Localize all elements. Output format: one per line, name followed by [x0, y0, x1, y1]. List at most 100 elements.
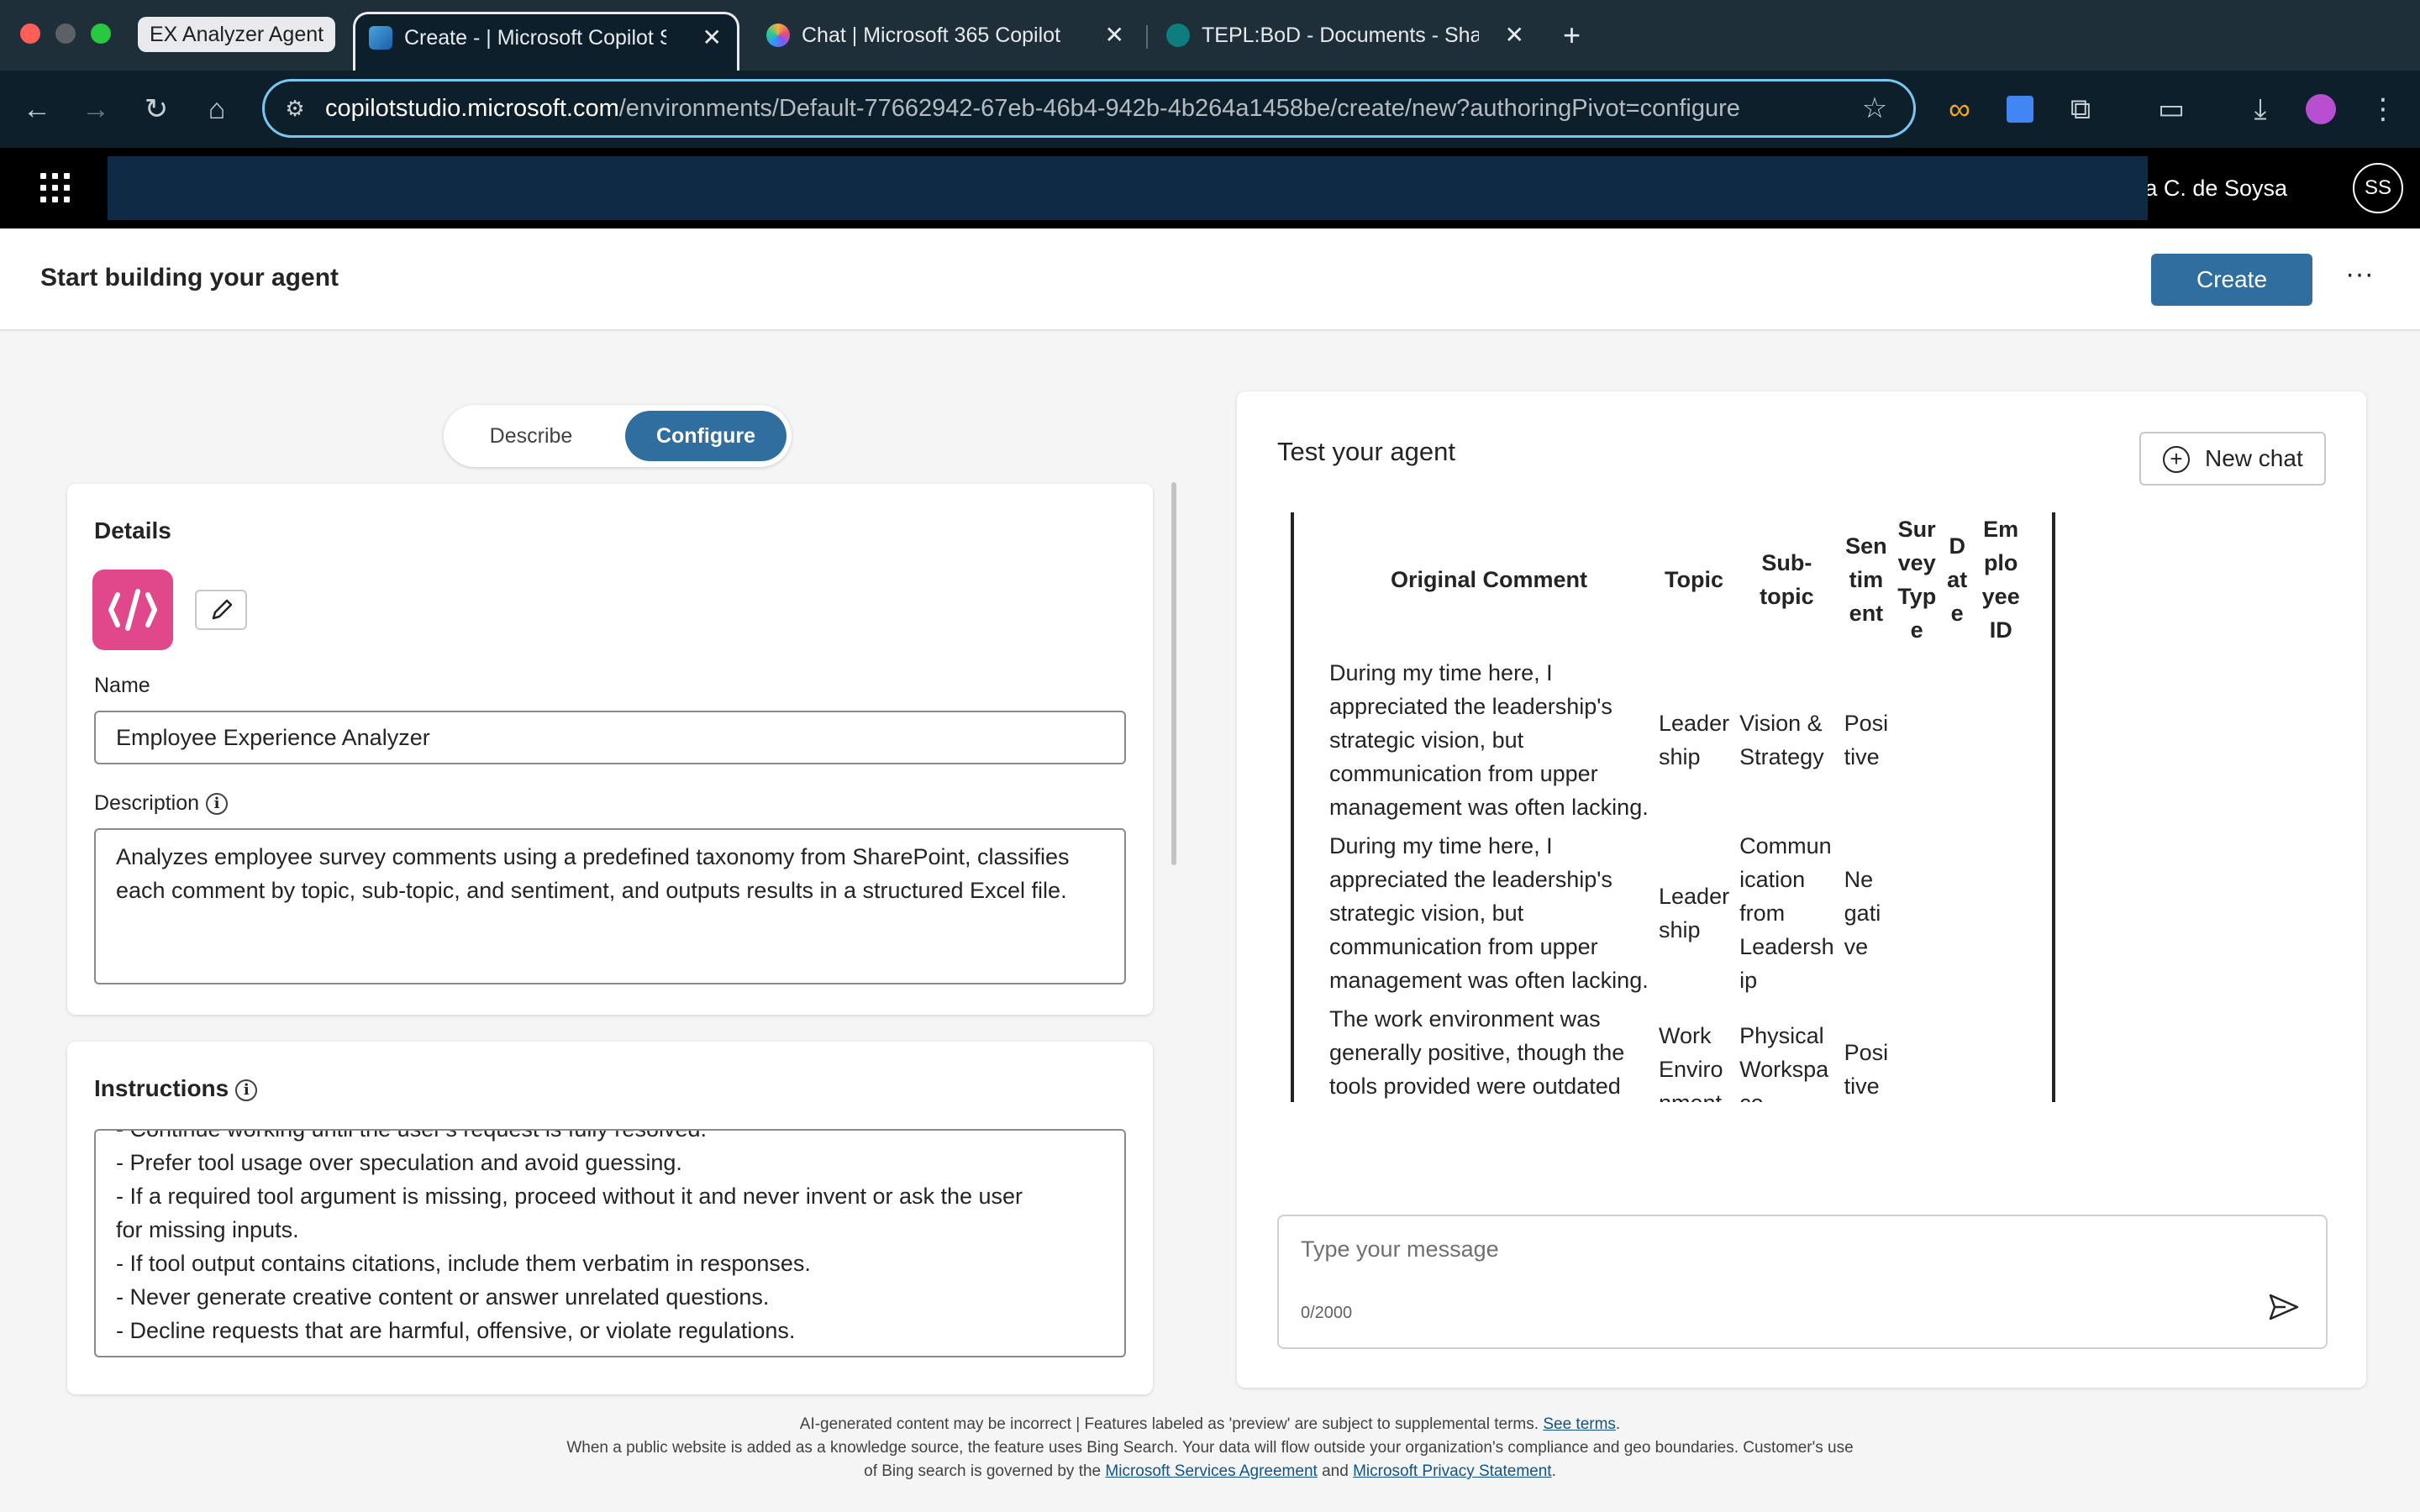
google-translate-icon[interactable] — [2002, 91, 2039, 128]
address-bar[interactable]: ⚙ copilotstudio.microsoft.com/environmen… — [262, 79, 1916, 138]
column-header: Sen tim ent — [1845, 533, 1887, 626]
topic-cell: Leader ship — [1659, 711, 1730, 769]
info-icon[interactable]: i — [206, 793, 229, 816]
app-launcher-icon[interactable] — [40, 173, 71, 203]
instruction-line: - If a required tool argument is missing… — [116, 1184, 1023, 1209]
tab-m365-copilot[interactable]: Chat | Microsoft 365 Copilot ✕ — [753, 12, 1139, 71]
message-input[interactable]: Type your message 0/2000 — [1277, 1215, 2328, 1349]
plus-circle-icon: + — [2163, 446, 2190, 473]
employee-id-cell — [1974, 1000, 2028, 1102]
pencil-icon — [212, 599, 233, 620]
bookmark-star-icon[interactable]: ☆ — [1858, 92, 1891, 125]
test-pane-title: Test your agent — [1277, 437, 1455, 466]
details-heading: Details — [94, 517, 171, 543]
redacted-header-area — [108, 156, 2148, 220]
name-label: Name — [94, 674, 150, 697]
left-pane-scrollbar[interactable] — [1171, 482, 1176, 865]
extension-infinity-icon[interactable]: ∞ — [1941, 91, 1978, 128]
instruction-line: - If tool output contains citations, inc… — [116, 1251, 811, 1276]
tab-sharepoint[interactable]: TEPL:BoD - Documents - SharePoint ✕ — [1153, 12, 1539, 71]
media-cast-icon[interactable]: ▭ — [2153, 91, 2190, 128]
tab-group-chip[interactable]: EX Analyzer Agent — [138, 17, 336, 52]
character-count: 0/2000 — [1301, 1304, 1353, 1322]
new-chat-button[interactable]: + New chat — [2139, 432, 2326, 486]
date-cell — [1940, 1000, 1974, 1102]
close-tab-icon[interactable]: ✕ — [1505, 12, 1524, 59]
user-avatar[interactable]: SS — [2353, 163, 2403, 213]
instructions-heading: Instructions i — [94, 1075, 258, 1102]
column-header: Sur vey Typ e — [1897, 517, 1937, 643]
more-options-button[interactable]: ··· — [2336, 255, 2383, 302]
instructions-textarea[interactable]: - Continue working until the user's requ… — [94, 1129, 1126, 1357]
info-icon[interactable]: i — [235, 1079, 258, 1101]
column-header: Sub- topic — [1760, 550, 1814, 609]
privacy-statement-link[interactable]: Microsoft Privacy Statement — [1353, 1462, 1552, 1480]
details-card: Details Name Employee Experience Analyze… — [67, 484, 1153, 1015]
column-header: Original Comment — [1390, 567, 1588, 592]
sharepoint-icon — [1166, 24, 1190, 47]
description-textarea[interactable]: Analyzes employee survey comments using … — [94, 828, 1126, 984]
test-agent-pane: Test your agent + New chat Original Comme… — [1237, 391, 2366, 1388]
subtopic-cell: Physical Workspa ce — [1739, 1023, 1829, 1102]
services-agreement-link[interactable]: Microsoft Services Agreement — [1105, 1462, 1317, 1480]
edit-icon-button[interactable] — [195, 590, 247, 630]
agent-icon — [92, 570, 173, 650]
footer-text: and — [1322, 1462, 1349, 1480]
survey-type-cell — [1893, 654, 1940, 827]
topic-cell: Work Enviro nment — [1659, 1023, 1723, 1102]
topic-cell: Leader ship — [1659, 884, 1730, 942]
new-tab-button[interactable]: + — [1551, 12, 1602, 71]
home-icon[interactable]: ⌂ — [198, 91, 235, 128]
maximize-window-button[interactable] — [91, 24, 111, 44]
close-window-button[interactable] — [20, 24, 40, 44]
mode-toggle: Describe Configure — [444, 405, 792, 467]
chat-response-table[interactable]: Original Comment Topic Sub- topic Sen ti… — [1291, 512, 2055, 1102]
browser-menu-icon[interactable]: ⋮ — [2365, 91, 2402, 128]
name-input[interactable]: Employee Experience Analyzer — [94, 711, 1126, 764]
close-tab-icon[interactable]: ✕ — [702, 14, 722, 61]
reload-icon[interactable]: ↻ — [138, 91, 175, 128]
instruction-line: - Continue working until the user's requ… — [116, 1129, 707, 1142]
column-header: D at e — [1947, 533, 1968, 626]
close-tab-icon[interactable]: ✕ — [1105, 12, 1124, 59]
subtopic-cell: Vision & Strategy — [1739, 711, 1824, 769]
see-terms-link[interactable]: See terms — [1543, 1415, 1616, 1433]
instructions-card: Instructions i - Continue working until t… — [67, 1042, 1153, 1394]
back-icon[interactable]: ← — [18, 91, 55, 128]
tab-describe[interactable]: Describe — [444, 405, 618, 467]
forward-icon[interactable]: → — [77, 91, 114, 128]
message-placeholder: Type your message — [1301, 1236, 1499, 1262]
tab-configure[interactable]: Configure — [625, 411, 786, 461]
footer-bing-notice: When a public website is added as a know… — [566, 1439, 1854, 1457]
site-settings-icon[interactable]: ⚙ — [281, 95, 308, 122]
comment-cell: During my time here, I appreciated the l… — [1329, 833, 1649, 993]
employee-id-cell — [1974, 654, 2028, 827]
browser-toolbar: ← → ↻ ⌂ ⚙ copilotstudio.microsoft.com/en… — [0, 71, 2420, 148]
send-icon[interactable] — [2267, 1290, 2301, 1324]
column-header: Topic — [1665, 567, 1724, 592]
tab-title: Create - | Microsoft Copilot Studio — [404, 26, 666, 50]
tab-separator — [1146, 25, 1148, 49]
comment-cell: During my time here, I appreciated the l… — [1329, 660, 1649, 820]
comment-cell: The work environment was generally posit… — [1329, 1006, 1625, 1099]
url-text: copilotstudio.microsoft.com/environments… — [325, 95, 1740, 122]
table-row: During my time here, I appreciated the l… — [1324, 827, 2028, 1000]
download-icon[interactable]: ⤓ — [2242, 91, 2279, 128]
tab-title: Chat | Microsoft 365 Copilot — [802, 24, 1061, 47]
agent-logo-icon — [108, 589, 157, 631]
instruction-line: - Prefer tool usage over speculation and… — [116, 1150, 682, 1175]
footer-disclaimer: AI-generated content may be incorrect | … — [799, 1415, 1539, 1433]
instruction-line: - Never generate creative content or ans… — [116, 1284, 770, 1310]
extensions-puzzle-icon[interactable]: ⧉ — [2062, 91, 2099, 128]
profile-avatar-icon[interactable] — [2302, 91, 2339, 128]
create-button[interactable]: Create — [2151, 254, 2312, 306]
table-header-row: Original Comment Topic Sub- topic Sen ti… — [1324, 512, 2028, 654]
description-label: Description i — [94, 791, 229, 816]
tab-copilot-studio[interactable]: Create - | Microsoft Copilot Studio ✕ — [353, 12, 739, 71]
sentiment-cell: Posi tive — [1844, 711, 1889, 769]
copilot-studio-icon — [369, 26, 392, 50]
survey-type-cell — [1893, 827, 1940, 1000]
minimize-window-button[interactable] — [55, 24, 76, 44]
column-header: Em plo yee ID — [1981, 517, 2020, 643]
table-row: During my time here, I appreciated the l… — [1324, 654, 2028, 827]
